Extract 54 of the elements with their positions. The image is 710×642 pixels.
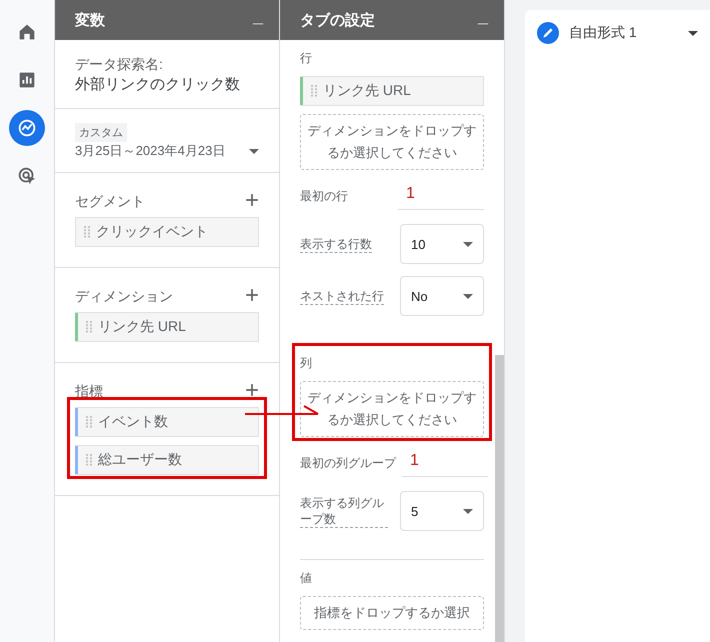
date-tag: カスタム	[75, 123, 127, 142]
add-button[interactable]: +	[244, 191, 259, 211]
date-range: 3月25日～2023年4月23日	[75, 142, 226, 160]
chip-label: イベント数	[98, 413, 168, 431]
dropdown-caret-icon	[688, 30, 698, 36]
field-label: 最初の行	[300, 188, 348, 204]
group-label: セグメント	[75, 192, 145, 211]
collapse-button[interactable]: _	[248, 6, 267, 27]
add-button[interactable]: +	[244, 381, 259, 401]
dropdown-caret-icon	[463, 242, 473, 246]
chip[interactable]: クリックイベント	[75, 217, 259, 247]
field-label: 表示する列グループ数	[300, 494, 388, 528]
tab-dropdown[interactable]: 自由形式 1	[537, 22, 698, 44]
drop-zone[interactable]: ディメンションをドロップするか選択してください	[300, 381, 484, 437]
date-range-dropdown[interactable]: 3月25日～2023年4月23日	[75, 142, 259, 160]
section-label: 列	[300, 355, 313, 372]
exploration-name: 外部リンクのクリック数	[75, 75, 241, 95]
drag-handle-icon	[86, 321, 92, 333]
drop-zone[interactable]: ディメンションをドロップするか選択してください	[300, 114, 484, 170]
drop-zone[interactable]: 指標をドロップするか選択	[300, 596, 484, 630]
collapse-button[interactable]: _	[474, 6, 492, 27]
panel-title: 変数	[75, 11, 105, 30]
dropdown-caret-icon	[463, 294, 473, 298]
select-field[interactable]: 10	[400, 224, 484, 264]
dropdown-caret-icon	[463, 508, 473, 514]
group-label: ディメンション	[75, 287, 173, 306]
cursor-target-icon	[16, 165, 38, 187]
line-chart-icon	[16, 117, 38, 139]
chip[interactable]: リンク先 URL	[75, 312, 259, 342]
nav-button[interactable]	[9, 110, 45, 146]
drag-handle-icon	[86, 454, 92, 466]
field-label: ネストされた行	[300, 288, 384, 304]
section-label: 行	[300, 50, 313, 67]
chip-label: 総ユーザー数	[98, 451, 182, 469]
chip-label: リンク先 URL	[323, 82, 411, 100]
select-field[interactable]: No	[400, 276, 484, 316]
scrollbar[interactable]	[495, 355, 504, 642]
drag-handle-icon	[311, 85, 317, 97]
chip-label: リンク先 URL	[98, 318, 186, 336]
field-label: 表示する行数	[300, 236, 372, 252]
chip[interactable]: リンク先 URL	[300, 76, 484, 106]
add-button[interactable]: +	[244, 286, 259, 306]
dropdown-caret-icon	[249, 148, 259, 154]
chip-label: クリックイベント	[96, 223, 208, 241]
exploration-label: データ探索名:	[75, 55, 164, 74]
section-label: 値	[300, 570, 313, 587]
select-field[interactable]: 5	[400, 491, 484, 531]
drag-handle-icon	[86, 416, 92, 428]
panel-title: タブの設定	[300, 11, 375, 30]
field-label: 最初の列グループ	[300, 455, 396, 471]
chip[interactable]: イベント数	[75, 407, 259, 437]
chip[interactable]: 総ユーザー数	[75, 445, 259, 475]
pencil-icon	[537, 22, 559, 44]
drag-handle-icon	[84, 226, 90, 238]
